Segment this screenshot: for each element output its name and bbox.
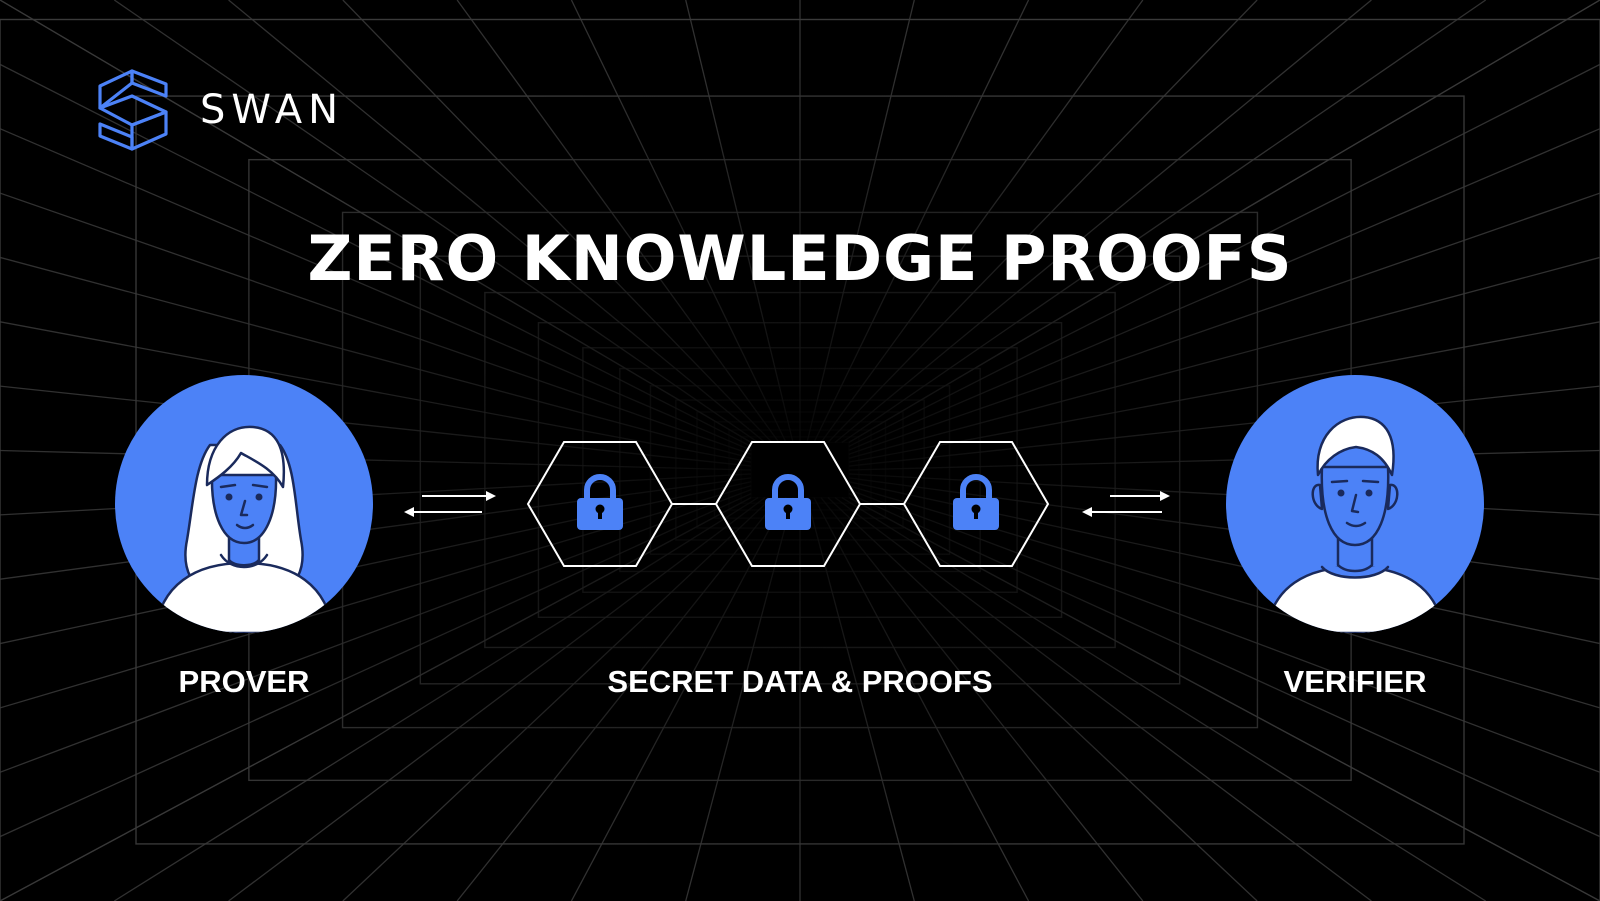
woman-avatar-icon [153, 425, 335, 633]
lock-icon [765, 474, 811, 530]
verifier-avatar [1226, 375, 1484, 633]
brand-name: SWAN [200, 87, 345, 133]
verifier-label: VERIFIER [1283, 664, 1427, 699]
lock-icon [953, 474, 999, 530]
slide: SWAN ZERO KNOWLEDGE PROOFS PROVER SECRET… [0, 0, 1600, 901]
lock-icon [577, 474, 623, 530]
swan-logo-icon [98, 69, 168, 151]
hex-blocks [526, 441, 1050, 567]
right-bidirectional-arrows-icon [1082, 491, 1170, 517]
left-bidirectional-arrows-icon [404, 491, 496, 517]
secret-data-chain [404, 441, 1170, 567]
prover-avatar [115, 375, 373, 633]
brand-logo: SWAN [96, 68, 344, 152]
secret-data-label: SECRET DATA & PROOFS [607, 664, 993, 699]
man-avatar-icon [1264, 415, 1446, 633]
prover-label: PROVER [178, 664, 310, 699]
page-title: ZERO KNOWLEDGE PROOFS [307, 222, 1293, 295]
